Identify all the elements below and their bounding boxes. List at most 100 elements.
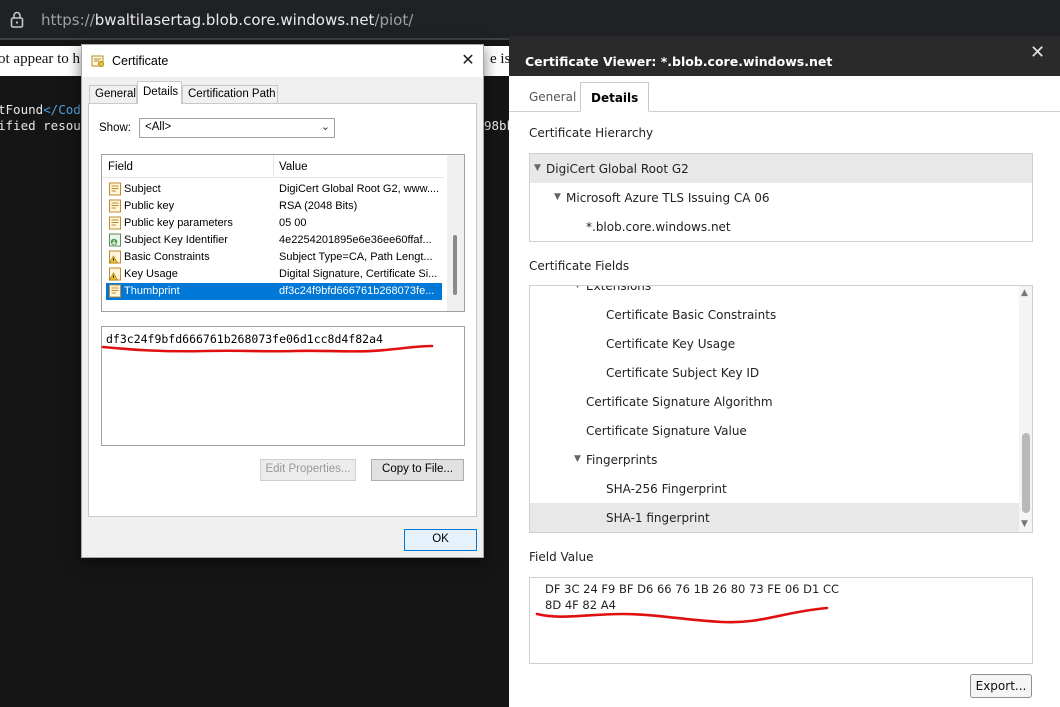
field-name: Public key parameters (124, 217, 233, 229)
viewer-header: Certificate Viewer: *.blob.core.windows.… (509, 36, 1060, 76)
list-item-selected[interactable]: Thumbprint df3c24f9bfd666761b268073fe... (106, 283, 442, 300)
message-text-left: ot appear to h (0, 51, 81, 67)
field-name: Thumbprint (124, 285, 180, 297)
tab-details[interactable]: Details (580, 82, 650, 112)
field-name: Key Usage (124, 268, 178, 280)
url-prefix: https:// (41, 11, 95, 29)
tree-item-label: Extensions (586, 285, 652, 293)
tree-item-label: Certificate Subject Key ID (606, 366, 760, 380)
tab-certification-path[interactable]: Certification Path (182, 85, 278, 103)
thumbprint-value: df3c24f9bfd666761b268073fe06d1cc8d4f82a4 (106, 332, 383, 346)
list-item[interactable]: Key Usage Digital Signature, Certificate… (106, 266, 442, 283)
certificate-icon (91, 55, 104, 67)
browser-address-bar: https://bwaltilasertag.blob.core.windows… (0, 0, 1060, 40)
scrollbar[interactable] (447, 155, 464, 311)
code-text: tFound (0, 102, 44, 117)
field-value: 4e2254201895e6e36ee60ffaf... (279, 234, 432, 246)
show-dropdown[interactable]: <All> ⌄ (139, 118, 335, 138)
tree-item-label: Certificate Signature Algorithm (586, 395, 773, 409)
list-item[interactable]: Subject Key Identifier 4e2254201895e6e36… (106, 232, 442, 249)
edit-properties-button[interactable]: Edit Properties... (260, 459, 356, 481)
tree-item-label: SHA-1 fingerprint (606, 511, 710, 525)
tree-item-label: Certificate Key Usage (606, 337, 736, 351)
field-list: Field Value Subject DigiCert Global Root… (101, 154, 465, 312)
tree-item-label: Fingerprints (586, 453, 658, 467)
tree-item[interactable]: Certificate Key Usage (530, 329, 1032, 358)
url-path: /piot/ (374, 11, 414, 29)
ok-button[interactable]: OK (404, 529, 477, 551)
column-header-field[interactable]: Field (108, 161, 133, 173)
tree-item-label: Certificate Signature Value (586, 424, 747, 438)
tree-item[interactable]: *.blob.core.windows.net (530, 212, 1032, 241)
fields-tree: ▼ Extensions Certificate Basic Constrain… (529, 285, 1033, 533)
scrollbar[interactable]: ▲ ▼ (1019, 286, 1032, 532)
tree-item-label: Certificate Basic Constraints (606, 308, 777, 322)
tree-item[interactable]: SHA-256 Fingerprint (530, 474, 1032, 503)
certificate-dialog: Certificate ✕ General Details Certificat… (81, 44, 484, 558)
url-host: bwaltilasertag.blob.core.windows.net (94, 11, 375, 29)
show-dropdown-value: <All> (145, 121, 172, 133)
hierarchy-tree: ▼ DigiCert Global Root G2 ▼ Microsoft Az… (529, 153, 1033, 242)
field-value: Digital Signature, Certificate Si... (279, 268, 438, 280)
code-line: tFound</Code (0, 102, 88, 117)
field-name: Basic Constraints (124, 251, 210, 263)
field-name: Public key (124, 200, 175, 212)
field-value-label: Field Value (529, 550, 594, 564)
viewer-title: Certificate Viewer: *.blob.core.windows.… (525, 54, 833, 69)
tree-item-selected[interactable]: SHA-1 fingerprint (530, 503, 1032, 532)
scroll-up-icon[interactable]: ▲ (1021, 288, 1028, 298)
fields-label: Certificate Fields (529, 259, 630, 273)
list-item[interactable]: Public key RSA (2048 Bits) (106, 198, 442, 215)
tree-item[interactable]: Certificate Signature Algorithm (530, 387, 1032, 416)
details-panel: Show: <All> ⌄ Field Value Subject DigiCe… (88, 103, 477, 517)
field-value: Subject Type=CA, Path Lengt... (279, 251, 433, 263)
download-arrow-icon (109, 233, 121, 247)
warning-icon (108, 250, 121, 264)
tree-item-label: *.blob.core.windows.net (586, 220, 731, 234)
tab-general[interactable]: General (519, 82, 586, 112)
expand-triangle-icon[interactable]: ▼ (574, 454, 581, 464)
field-value: DigiCert Global Root G2, www.... (279, 183, 440, 195)
tree-item[interactable]: Certificate Subject Key ID (530, 358, 1032, 387)
tree-item-label: DigiCert Global Root G2 (546, 162, 689, 176)
field-value-box[interactable]: DF 3C 24 F9 BF D6 66 76 1B 26 80 73 FE 0… (529, 577, 1033, 664)
close-icon[interactable]: ✕ (458, 50, 478, 70)
tree-item[interactable]: ▼ Extensions (530, 285, 1032, 300)
list-item[interactable]: Basic Constraints Subject Type=CA, Path … (106, 249, 442, 266)
document-icon (109, 199, 121, 213)
column-separator[interactable] (273, 155, 274, 178)
warning-icon (108, 267, 121, 281)
scroll-down-icon[interactable]: ▼ (1021, 519, 1028, 529)
tree-item[interactable]: Certificate Signature Value (530, 416, 1032, 445)
scrollbar-thumb[interactable] (453, 235, 457, 295)
lock-icon[interactable] (10, 11, 24, 28)
tree-item[interactable]: Certificate Basic Constraints (530, 300, 1032, 329)
export-button[interactable]: Export... (970, 674, 1032, 698)
dialog-titlebar: Certificate ✕ (82, 45, 483, 77)
column-header-value[interactable]: Value (279, 161, 308, 173)
expand-triangle-icon[interactable]: ▼ (574, 286, 581, 290)
list-item[interactable]: Subject DigiCert Global Root G2, www.... (106, 181, 442, 198)
field-value: df3c24f9bfd666761b268073fe... (279, 285, 435, 297)
list-header: Field Value (102, 155, 444, 178)
expand-triangle-icon[interactable]: ▼ (554, 192, 561, 202)
url-field[interactable]: https://bwaltilasertag.blob.core.windows… (41, 11, 413, 29)
field-value: RSA (2048 Bits) (279, 200, 358, 212)
field-value: 05 00 (279, 217, 307, 229)
tab-details[interactable]: Details (137, 81, 182, 104)
field-value-textbox[interactable]: df3c24f9bfd666761b268073fe06d1cc8d4f82a4 (101, 326, 465, 446)
chevron-down-icon: ⌄ (320, 121, 330, 133)
close-icon[interactable]: ✕ (1030, 42, 1045, 63)
field-name: Subject Key Identifier (124, 234, 228, 246)
tree-item[interactable]: ▼ DigiCert Global Root G2 (530, 154, 1032, 183)
tab-general[interactable]: General (89, 85, 137, 103)
expand-triangle-icon[interactable]: ▼ (534, 163, 541, 173)
list-item[interactable]: Public key parameters 05 00 (106, 215, 442, 232)
tree-item[interactable]: ▼ Microsoft Azure TLS Issuing CA 06 (530, 183, 1032, 212)
hierarchy-label: Certificate Hierarchy (529, 126, 654, 140)
copy-to-file-button[interactable]: Copy to File... (371, 459, 464, 481)
fingerprint-value: DF 3C 24 F9 BF D6 66 76 1B 26 80 73 FE 0… (545, 582, 840, 612)
scrollbar-thumb[interactable] (1022, 433, 1030, 513)
document-icon (109, 216, 121, 230)
tree-item[interactable]: ▼ Fingerprints (530, 445, 1032, 474)
